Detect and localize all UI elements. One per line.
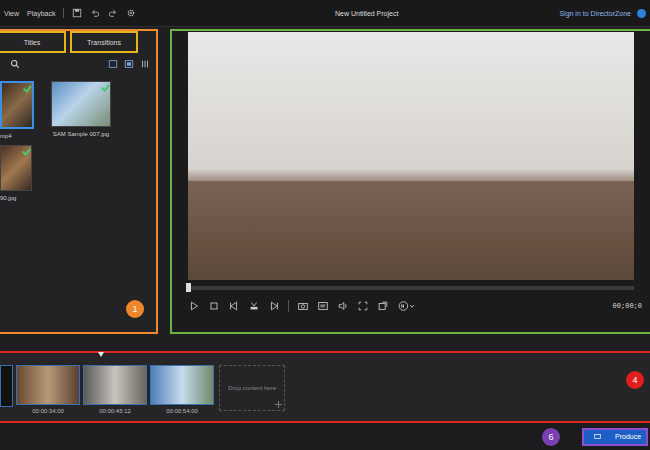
media-item[interactable]: SAM Sample 007.jpg [46,81,116,139]
library-tab[interactable]: Titles [0,31,66,53]
top-bar: View Playback New Untitled ProjectSign in … [0,0,650,27]
undo-icon[interactable] [90,8,100,18]
redo-icon[interactable] [108,8,118,18]
media-thumbnail[interactable] [51,81,111,127]
media-item[interactable]: 90.jpg [0,145,34,201]
media-name: mp4 [0,129,12,139]
previous-frame-icon[interactable] [228,300,240,312]
clip-duration: 00:00:45:12 [99,405,131,414]
volume-icon[interactable] [337,300,349,312]
clip[interactable]: 00:00:34:00 [16,365,80,414]
in-use-check-icon [22,146,31,155]
callout-badge: 4 [626,371,644,389]
fullscreen-icon[interactable] [357,300,369,312]
media-thumbnail[interactable] [0,145,32,191]
next-frame-icon[interactable] [268,300,280,312]
in-use-check-icon [23,83,32,92]
large-icons-view-icon[interactable] [108,59,118,69]
subtitle-icon[interactable] [317,300,329,312]
footer-bar: 6 Produce [0,423,650,450]
project-title: New Untitled Project [234,10,559,17]
clip-duration: 00:00:54:00 [166,405,198,414]
clip[interactable] [0,365,13,407]
in-use-check-icon [101,82,110,91]
video-editor: View Playback New Untitled ProjectSign in … [0,0,650,450]
library-tab[interactable]: Transitions [70,31,138,53]
menu-item[interactable]: Playback [27,10,55,17]
account-icon[interactable] [637,9,646,18]
search-icon[interactable] [10,59,20,69]
media-name: SAM Sample 007.jpg [53,127,109,137]
produce-button[interactable]: Produce [582,428,648,446]
clip[interactable]: 00:00:45:12 [83,365,147,414]
media-thumbnail[interactable] [0,81,34,129]
seek-bar[interactable] [188,286,634,290]
stop-icon[interactable] [208,300,220,312]
play-icon[interactable] [188,300,200,312]
drop-zone[interactable]: Drop content here [219,365,285,411]
menu-item[interactable]: View [4,10,19,17]
list-view-icon[interactable] [140,59,150,69]
sign-in-link[interactable]: Sign in to DirectorZone [559,10,631,17]
undock-icon[interactable] [377,300,389,312]
seek-handle[interactable] [186,283,191,292]
video-frame [188,32,634,280]
save-icon[interactable] [72,8,82,18]
snapshot-icon[interactable] [297,300,309,312]
clip[interactable]: 00:00:54:00 [150,365,214,414]
callout-badge: 6 [542,428,560,446]
gear-icon[interactable] [126,8,136,18]
media-name: 90.jpg [0,191,16,201]
produce-icon [594,433,601,440]
timecode: 00;00;0 [613,302,642,310]
quality-icon[interactable] [397,300,415,312]
preview-window: 00;00;0 [170,29,650,334]
split-icon[interactable] [248,300,260,312]
media-item[interactable]: mp4 [0,81,34,139]
clip-duration: 00:00:34:00 [32,405,64,414]
storyboard: 00:00:34:00 00:00:45:12 00:00:54:00 Drop co… [0,351,650,423]
playhead[interactable] [98,352,104,357]
media-library: TitlesTransitions mp4 SAM Sample 007.jpg 90… [0,29,158,334]
small-icons-view-icon[interactable] [124,59,134,69]
callout-badge: 1 [126,300,144,318]
